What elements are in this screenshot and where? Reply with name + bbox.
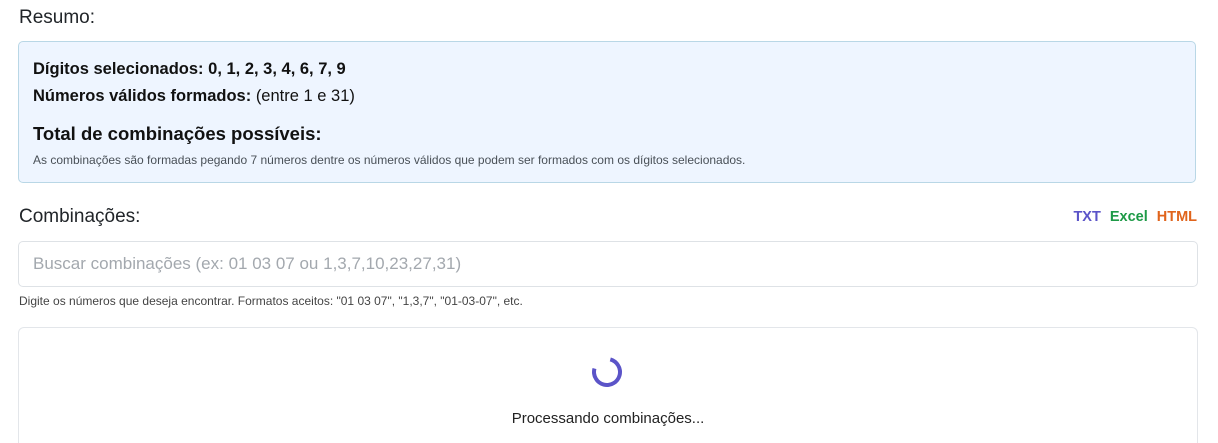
- export-excel-link[interactable]: Excel: [1110, 209, 1148, 225]
- export-links: TXT Excel HTML: [1073, 209, 1197, 225]
- selected-digits-line: Dígitos selecionados: 0, 1, 2, 3, 4, 6, …: [33, 60, 346, 79]
- summary-box: Dígitos selecionados: 0, 1, 2, 3, 4, 6, …: [18, 41, 1196, 183]
- processing-status: Processando combinações...: [511, 410, 705, 427]
- total-combinations-label: Total de combinações possíveis:: [33, 123, 322, 144]
- selected-digits-value: 0, 1, 2, 3, 4, 6, 7, 9: [208, 60, 346, 78]
- summary-title: Resumo:: [19, 7, 96, 28]
- selected-digits-label: Dígitos selecionados:: [33, 60, 204, 78]
- valid-numbers-line: Números válidos formados: (entre 1 e 31): [33, 87, 355, 106]
- search-help-text: Digite os números que deseja encontrar. …: [19, 294, 523, 308]
- valid-numbers-label: Números válidos formados:: [33, 87, 252, 105]
- page: Resumo: Dígitos selecionados: 0, 1, 2, 3…: [0, 0, 1218, 443]
- export-txt-link[interactable]: TXT: [1073, 209, 1100, 225]
- export-html-link[interactable]: HTML: [1157, 209, 1197, 225]
- valid-numbers-value: (entre 1 e 31): [255, 87, 355, 105]
- combinations-title: Combinações:: [19, 206, 141, 227]
- summary-note: As combinações são formadas pegando 7 nú…: [33, 153, 746, 167]
- results-box: Processando combinações...: [18, 327, 1198, 443]
- search-combinations-input[interactable]: [18, 241, 1198, 287]
- loading-spinner-icon: [586, 351, 628, 393]
